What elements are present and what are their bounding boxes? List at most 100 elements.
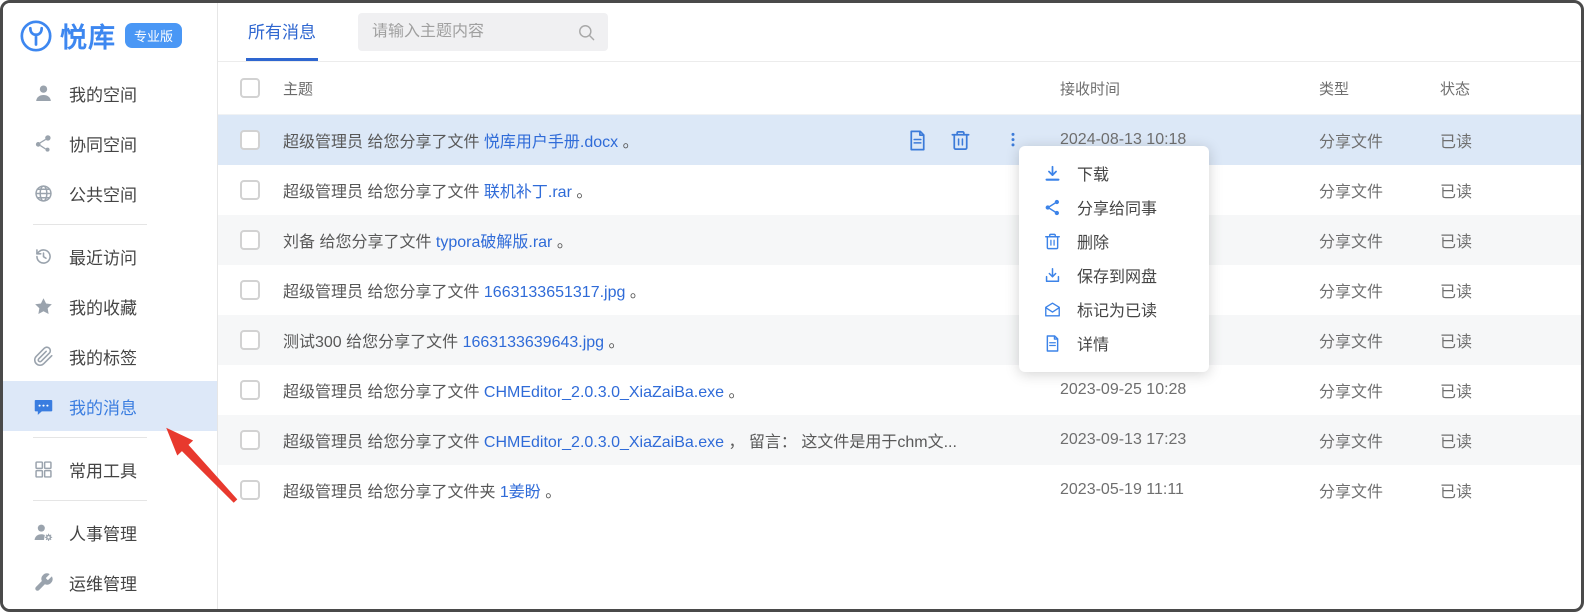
search-icon[interactable] bbox=[577, 23, 596, 42]
message-status: 已读 bbox=[1440, 128, 1581, 152]
star-icon bbox=[33, 296, 54, 317]
receive-time: 2023-09-25 10:28 bbox=[1060, 381, 1319, 399]
message-text: 超级管理员 给您分享了文件 CHMEditor_2.0.3.0_XiaZaiBa… bbox=[283, 428, 1010, 452]
message-sender-action: 超级管理员 给您分享了文件 bbox=[283, 184, 484, 201]
message-type: 分享文件 bbox=[1319, 228, 1440, 252]
message-status: 已读 bbox=[1440, 378, 1581, 402]
message-status: 已读 bbox=[1440, 178, 1581, 202]
message-type: 分享文件 bbox=[1319, 278, 1440, 302]
row-checkbox[interactable] bbox=[240, 280, 260, 300]
tab-all-messages[interactable]: 所有消息 bbox=[246, 3, 318, 61]
menu-item-detail[interactable]: 详情 bbox=[1019, 326, 1209, 360]
mark-read-icon bbox=[1043, 300, 1062, 319]
table-header: 主题 接收时间 类型 状态 bbox=[218, 62, 1581, 115]
message-suffix: 。 bbox=[552, 234, 572, 251]
sidebar-item-globe[interactable]: 公共空间 bbox=[3, 168, 217, 218]
row-actions bbox=[906, 129, 1022, 152]
header-subject: 主题 bbox=[283, 78, 1060, 99]
row-checkbox[interactable] bbox=[240, 180, 260, 200]
table-row[interactable]: 刘备 给您分享了文件 typora破解版.rar 。 分享文件 已读 bbox=[218, 215, 1581, 265]
message-file-link[interactable]: CHMEditor_2.0.3.0_XiaZaiBa.exe bbox=[484, 384, 724, 401]
logo-text: 悦库 bbox=[60, 16, 116, 55]
share-nodes-icon bbox=[33, 133, 54, 154]
menu-item-label: 分享给同事 bbox=[1077, 195, 1157, 219]
search-input[interactable] bbox=[372, 23, 577, 41]
sidebar-item-grid[interactable]: 常用工具 bbox=[3, 444, 217, 494]
download-icon bbox=[1043, 164, 1062, 183]
sidebar-item-wrench[interactable]: 运维管理 bbox=[3, 557, 217, 607]
save-drive-icon bbox=[1043, 266, 1062, 285]
sidebar-item-label: 人事管理 bbox=[69, 520, 137, 545]
message-type: 分享文件 bbox=[1319, 328, 1440, 352]
table-row[interactable]: 超级管理员 给您分享了文件夹 1姜盼 。 2023-05-19 11:11 分享… bbox=[218, 465, 1581, 515]
message-type: 分享文件 bbox=[1319, 128, 1440, 152]
row-context-menu: 下载分享给同事删除保存到网盘标记为已读详情 bbox=[1019, 146, 1209, 372]
sidebar-item-share-nodes[interactable]: 协同空间 bbox=[3, 118, 217, 168]
menu-item-label: 详情 bbox=[1077, 331, 1109, 355]
sidebar-item-label: 我的消息 bbox=[69, 394, 137, 419]
trash-icon[interactable] bbox=[949, 129, 972, 152]
sidebar-item-label: 常用工具 bbox=[69, 457, 137, 482]
menu-item-label: 标记为已读 bbox=[1077, 297, 1157, 321]
share-icon bbox=[1043, 198, 1062, 217]
table-row[interactable]: 超级管理员 给您分享了文件 1663133651317.jpg 。 分享文件 已… bbox=[218, 265, 1581, 315]
menu-item-save-drive[interactable]: 保存到网盘 bbox=[1019, 258, 1209, 292]
sidebar-item-user-gear[interactable]: 人事管理 bbox=[3, 507, 217, 557]
row-checkbox[interactable] bbox=[240, 380, 260, 400]
menu-item-label: 下载 bbox=[1077, 161, 1109, 185]
row-checkbox[interactable] bbox=[240, 480, 260, 500]
message-status: 已读 bbox=[1440, 328, 1581, 352]
message-file-link[interactable]: 悦库用户手册.docx bbox=[484, 134, 618, 151]
row-checkbox[interactable] bbox=[240, 130, 260, 150]
message-file-link[interactable]: typora破解版.rar bbox=[436, 234, 552, 251]
table-row[interactable]: 超级管理员 给您分享了文件 联机补丁.rar 。 分享文件 已读 bbox=[218, 165, 1581, 215]
message-text: 测试300 给您分享了文件 1663133639643.jpg 。 bbox=[283, 328, 1010, 352]
globe-icon bbox=[33, 183, 54, 204]
table-row[interactable]: 测试300 给您分享了文件 1663133639643.jpg 。 分享文件 已… bbox=[218, 315, 1581, 365]
message-suffix: 。 bbox=[572, 184, 592, 201]
menu-item-share[interactable]: 分享给同事 bbox=[1019, 190, 1209, 224]
sidebar-item-label: 我的标签 bbox=[69, 344, 137, 369]
message-sender-action: 超级管理员 给您分享了文件 bbox=[283, 134, 484, 151]
table-row[interactable]: 超级管理员 给您分享了文件 悦库用户手册.docx 。 2024-08-13 1… bbox=[218, 115, 1581, 165]
header-type: 类型 bbox=[1319, 78, 1440, 99]
menu-item-trash[interactable]: 删除 bbox=[1019, 224, 1209, 258]
message-text: 超级管理员 给您分享了文件夹 1姜盼 。 bbox=[283, 478, 1010, 502]
select-all-checkbox[interactable] bbox=[240, 78, 260, 98]
message-file-link[interactable]: 联机补丁.rar bbox=[484, 184, 572, 201]
message-suffix: 。 bbox=[604, 334, 624, 351]
message-suffix: 。 bbox=[541, 484, 561, 501]
sidebar-nav: 我的空间协同空间公共空间最近访问我的收藏我的标签我的消息常用工具人事管理运维管理 bbox=[3, 68, 217, 607]
menu-item-download[interactable]: 下载 bbox=[1019, 156, 1209, 190]
sidebar-item-label: 最近访问 bbox=[69, 244, 137, 269]
message-status: 已读 bbox=[1440, 478, 1581, 502]
message-file-link[interactable]: CHMEditor_2.0.3.0_XiaZaiBa.exe bbox=[484, 434, 724, 451]
row-checkbox[interactable] bbox=[240, 230, 260, 250]
table-row[interactable]: 超级管理员 给您分享了文件 CHMEditor_2.0.3.0_XiaZaiBa… bbox=[218, 365, 1581, 415]
message-type: 分享文件 bbox=[1319, 178, 1440, 202]
message-file-link[interactable]: 1663133639643.jpg bbox=[463, 334, 604, 351]
file-icon[interactable] bbox=[906, 129, 929, 152]
sidebar-item-label: 运维管理 bbox=[69, 570, 137, 595]
message-sender-action: 测试300 给您分享了文件 bbox=[283, 334, 463, 351]
table-row[interactable]: 超级管理员 给您分享了文件 CHMEditor_2.0.3.0_XiaZaiBa… bbox=[218, 415, 1581, 465]
wrench-icon bbox=[33, 572, 54, 593]
message-type: 分享文件 bbox=[1319, 428, 1440, 452]
row-checkbox[interactable] bbox=[240, 430, 260, 450]
message-file-link[interactable]: 1663133651317.jpg bbox=[484, 284, 625, 301]
sidebar-item-paperclip[interactable]: 我的标签 bbox=[3, 331, 217, 381]
sidebar-item-message[interactable]: 我的消息 bbox=[3, 381, 217, 431]
grid-icon bbox=[33, 459, 54, 480]
sidebar-item-history[interactable]: 最近访问 bbox=[3, 231, 217, 281]
message-file-link[interactable]: 1姜盼 bbox=[500, 484, 541, 501]
sidebar-divider bbox=[33, 437, 147, 438]
trash-icon bbox=[1043, 232, 1062, 251]
sidebar-item-star[interactable]: 我的收藏 bbox=[3, 281, 217, 331]
sidebar-item-user[interactable]: 我的空间 bbox=[3, 68, 217, 118]
row-checkbox[interactable] bbox=[240, 330, 260, 350]
message-text: 超级管理员 给您分享了文件 1663133651317.jpg 。 bbox=[283, 278, 1010, 302]
logo: 悦库 专业版 bbox=[3, 3, 217, 68]
message-list: 超级管理员 给您分享了文件 悦库用户手册.docx 。 2024-08-13 1… bbox=[218, 115, 1581, 515]
menu-item-mark-read[interactable]: 标记为已读 bbox=[1019, 292, 1209, 326]
message-text: 刘备 给您分享了文件 typora破解版.rar 。 bbox=[283, 228, 1010, 252]
